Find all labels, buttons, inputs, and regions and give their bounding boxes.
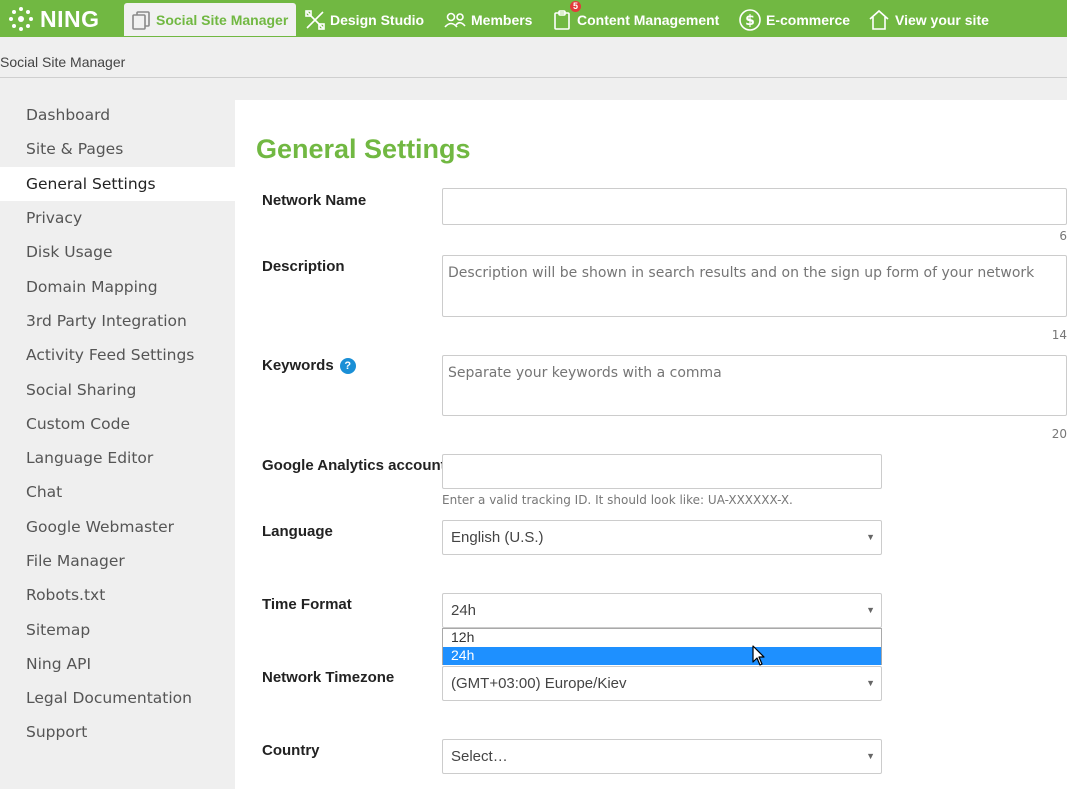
nav-view-your-site[interactable]: View your site <box>867 3 989 36</box>
time-format-select[interactable]: 24h ▼ <box>442 593 882 628</box>
sidebar-item-google-webmaster[interactable]: Google Webmaster <box>0 510 235 544</box>
network-name-input[interactable] <box>442 188 1067 225</box>
chevron-down-icon: ▼ <box>866 678 875 688</box>
nav-design-studio[interactable]: Design Studio <box>304 3 424 36</box>
nav-ecommerce[interactable]: $ E-commerce <box>738 3 850 36</box>
sidebar-item-activity-feed-settings[interactable]: Activity Feed Settings <box>0 338 235 372</box>
analytics-hint: Enter a valid tracking ID. It should loo… <box>442 493 793 507</box>
language-select-value: English (U.S.) <box>451 529 544 546</box>
nav-label: E-commerce <box>766 11 851 28</box>
time-format-option-12h[interactable]: 12h <box>443 629 881 647</box>
nav-members[interactable]: Members <box>443 3 532 36</box>
language-label: Language <box>262 523 333 540</box>
home-icon <box>869 9 889 30</box>
timezone-label: Network Timezone <box>262 669 395 686</box>
ning-logo[interactable]: NING <box>6 5 100 33</box>
sidebar-item-general-settings[interactable]: General Settings <box>0 166 235 201</box>
sidebar-item-custom-code[interactable]: Custom Code <box>0 407 235 441</box>
keywords-label-text: Keywords <box>262 357 334 374</box>
top-nav-bar: NING Social Site Manager Design Studio M… <box>0 0 1067 37</box>
network-name-label: Network Name <box>262 192 367 209</box>
dollar-icon: $ <box>739 8 761 31</box>
sidebar-item-social-sharing[interactable]: Social Sharing <box>0 372 235 406</box>
time-format-select-value: 24h <box>451 602 477 619</box>
sidebar: Dashboard Site & Pages General Settings … <box>0 98 235 750</box>
sidebar-item-privacy[interactable]: Privacy <box>0 201 235 235</box>
sidebar-item-disk-usage[interactable]: Disk Usage <box>0 235 235 269</box>
svg-text:$: $ <box>745 13 755 29</box>
chevron-down-icon: ▼ <box>866 532 875 542</box>
sidebar-item-language-editor[interactable]: Language Editor <box>0 441 235 475</box>
sidebar-item-3rd-party-integration[interactable]: 3rd Party Integration <box>0 304 235 338</box>
members-icon <box>444 12 466 28</box>
country-select-value: Select… <box>451 748 508 765</box>
sidebar-item-site-pages[interactable]: Site & Pages <box>0 132 235 166</box>
description-label: Description <box>262 258 345 275</box>
sidebar-item-support[interactable]: Support <box>0 715 235 749</box>
design-tools-icon <box>305 9 325 30</box>
nav-label: Content Management <box>577 11 720 28</box>
nav-label: Social Site Manager <box>156 11 289 28</box>
nav-label: Design Studio <box>330 11 425 28</box>
mouse-cursor-icon <box>752 645 765 666</box>
keywords-counter: 20 <box>1051 427 1067 441</box>
logo-text: NING <box>40 5 100 32</box>
description-counter: 14 <box>1051 328 1067 342</box>
keywords-input[interactable] <box>442 355 1067 416</box>
timezone-select-value: (GMT+03:00) Europe/Kiev <box>451 675 627 692</box>
country-label: Country <box>262 742 320 759</box>
chevron-down-icon: ▼ <box>866 751 875 761</box>
country-select[interactable]: Select… ▼ <box>442 739 882 774</box>
analytics-input[interactable] <box>442 454 882 489</box>
nav-label: Members <box>471 11 533 28</box>
settings-panel: General Settings Network Name 6 Descript… <box>235 100 1067 789</box>
nav-label: View your site <box>895 11 989 28</box>
pages-icon <box>132 10 150 30</box>
time-format-label: Time Format <box>262 596 352 613</box>
breadcrumb: Social Site Manager <box>0 54 126 70</box>
nav-social-site-manager[interactable]: Social Site Manager <box>124 3 297 36</box>
network-name-counter: 6 <box>1059 229 1067 243</box>
ning-sun-icon <box>9 7 33 31</box>
notification-badge: 5 <box>570 1 581 12</box>
language-select[interactable]: English (U.S.) ▼ <box>442 520 882 555</box>
time-format-dropdown-list: 12h 24h <box>442 628 882 665</box>
time-format-option-24h[interactable]: 24h <box>443 647 881 665</box>
sidebar-item-dashboard[interactable]: Dashboard <box>0 98 235 132</box>
keywords-label: Keywords? <box>262 357 356 375</box>
timezone-select[interactable]: (GMT+03:00) Europe/Kiev ▼ <box>442 666 882 701</box>
header-divider <box>0 77 1067 78</box>
sidebar-item-ning-api[interactable]: Ning API <box>0 647 235 681</box>
description-input[interactable] <box>442 255 1067 317</box>
nav-content-management[interactable]: 5 Content Management <box>553 1 720 36</box>
sidebar-item-file-manager[interactable]: File Manager <box>0 544 235 578</box>
help-icon[interactable]: ? <box>339 358 356 375</box>
page-title: General Settings <box>256 134 471 164</box>
clipboard-icon <box>554 9 570 30</box>
sidebar-item-legal-documentation[interactable]: Legal Documentation <box>0 681 235 715</box>
analytics-label: Google Analytics account <box>262 457 446 474</box>
sidebar-item-sitemap[interactable]: Sitemap <box>0 612 235 646</box>
sidebar-item-domain-mapping[interactable]: Domain Mapping <box>0 269 235 303</box>
sidebar-item-chat[interactable]: Chat <box>0 475 235 509</box>
chevron-down-icon: ▼ <box>866 605 875 615</box>
sidebar-item-robots-txt[interactable]: Robots.txt <box>0 578 235 612</box>
